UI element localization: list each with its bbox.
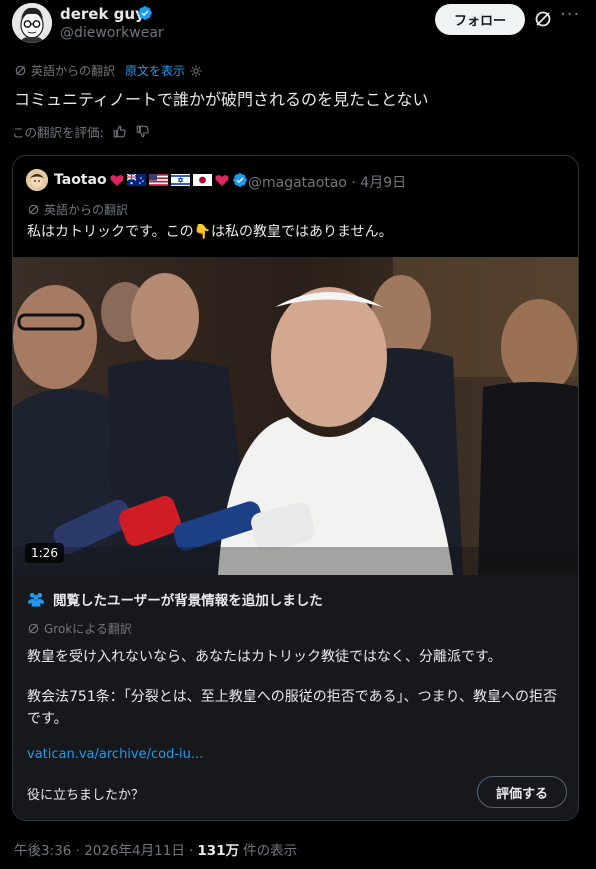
us-flag-icon <box>148 174 168 186</box>
community-note-paragraph: 教皇を受け入れないなら、あなたはカトリック教徒ではなく、分離派です。 <box>27 649 502 665</box>
quote-text-after: は私の教皇ではありません。 <box>211 224 393 240</box>
video-player[interactable]: 1:26 <box>13 257 578 575</box>
show-original-link[interactable]: 原文を表示 <box>125 62 185 79</box>
author-handle[interactable]: @dieworkwear <box>60 25 164 41</box>
views-label: 件の表示 <box>243 843 298 859</box>
timestamp[interactable]: 午後3:36 · 2026年4月11日 · <box>14 839 193 859</box>
tweet-text: コミュニティノートで誰かが破門されるのを見たことない <box>14 90 429 109</box>
verified-badge-icon <box>232 173 247 187</box>
translation-from-label: 英語からの翻訳 <box>31 64 116 78</box>
views-count: 131万 <box>197 843 240 859</box>
video-frame <box>13 257 578 575</box>
australia-flag-icon <box>126 174 146 186</box>
grok-translation-info: Grokによる翻訳 <box>27 620 132 637</box>
community-note-link[interactable]: vatican.va/archive/cod-iu... <box>27 747 203 762</box>
helpful-question: 役に立ちましたか？ <box>27 788 145 803</box>
quote-handle-time[interactable]: @magataotao · 4月9日 <box>248 172 406 192</box>
grok-translation-label: Grokによる翻訳 <box>44 622 132 636</box>
video-duration: 1:26 <box>25 543 64 563</box>
red-heart-icon <box>214 174 229 186</box>
israel-flag-icon <box>170 174 190 186</box>
community-note: 閲覧したユーザーが背景情報を追加しました Grokによる翻訳 教皇を受け入れない… <box>13 575 578 820</box>
author-avatar[interactable] <box>12 3 52 43</box>
quoted-tweet-card[interactable]: Taotao @magataotao · 4月9日 英語からの翻訳 私はカトリッ… <box>12 155 579 821</box>
community-note-title: 閲覧したユーザーが背景情報を追加しました <box>53 593 323 609</box>
translate-icon <box>28 204 39 215</box>
pointing-down-emoji: 👇 <box>193 224 212 240</box>
tweet-meta: 午後3:36 · 2026年4月11日 · 131万 件の表示 <box>14 839 297 859</box>
japan-flag-icon <box>192 174 212 186</box>
author-name[interactable]: derek guy <box>60 5 145 23</box>
translate-icon <box>28 623 39 634</box>
quote-author-name-row[interactable]: Taotao <box>54 172 248 188</box>
quote-text-before: 私はカトリックです。この <box>27 224 194 240</box>
rate-translation: この翻訳を評価: <box>12 122 150 141</box>
rate-note-button[interactable]: 評価する <box>477 776 567 808</box>
quote-translation-info: 英語からの翻訳 <box>27 201 128 218</box>
grok-icon[interactable] <box>533 9 553 29</box>
thumbs-down-icon[interactable] <box>135 124 150 139</box>
translate-icon <box>15 65 26 76</box>
rate-translation-label: この翻訳を評価: <box>12 125 104 140</box>
red-heart-icon <box>109 174 124 186</box>
gear-icon[interactable] <box>189 64 203 78</box>
quote-author-name[interactable]: Taotao <box>54 172 107 188</box>
verified-badge-icon <box>138 6 152 20</box>
quote-author-avatar[interactable] <box>26 169 48 191</box>
thumbs-up-icon[interactable] <box>112 124 127 139</box>
more-icon[interactable]: ··· <box>560 6 582 29</box>
follow-button[interactable]: フォロー <box>435 4 525 35</box>
community-note-paragraph: 教会法751条：「分裂とは、至上教皇への服従の拒否である」、つまり、教皇への拒否… <box>27 689 558 727</box>
community-note-header: 閲覧したユーザーが背景情報を追加しました <box>27 589 323 609</box>
people-icon <box>27 592 45 607</box>
translation-info: 英語からの翻訳 原文を表示 <box>14 62 203 79</box>
quote-text: 私はカトリックです。この👇は私の教皇ではありません。 <box>27 221 393 241</box>
quote-translation-label: 英語からの翻訳 <box>44 203 129 217</box>
